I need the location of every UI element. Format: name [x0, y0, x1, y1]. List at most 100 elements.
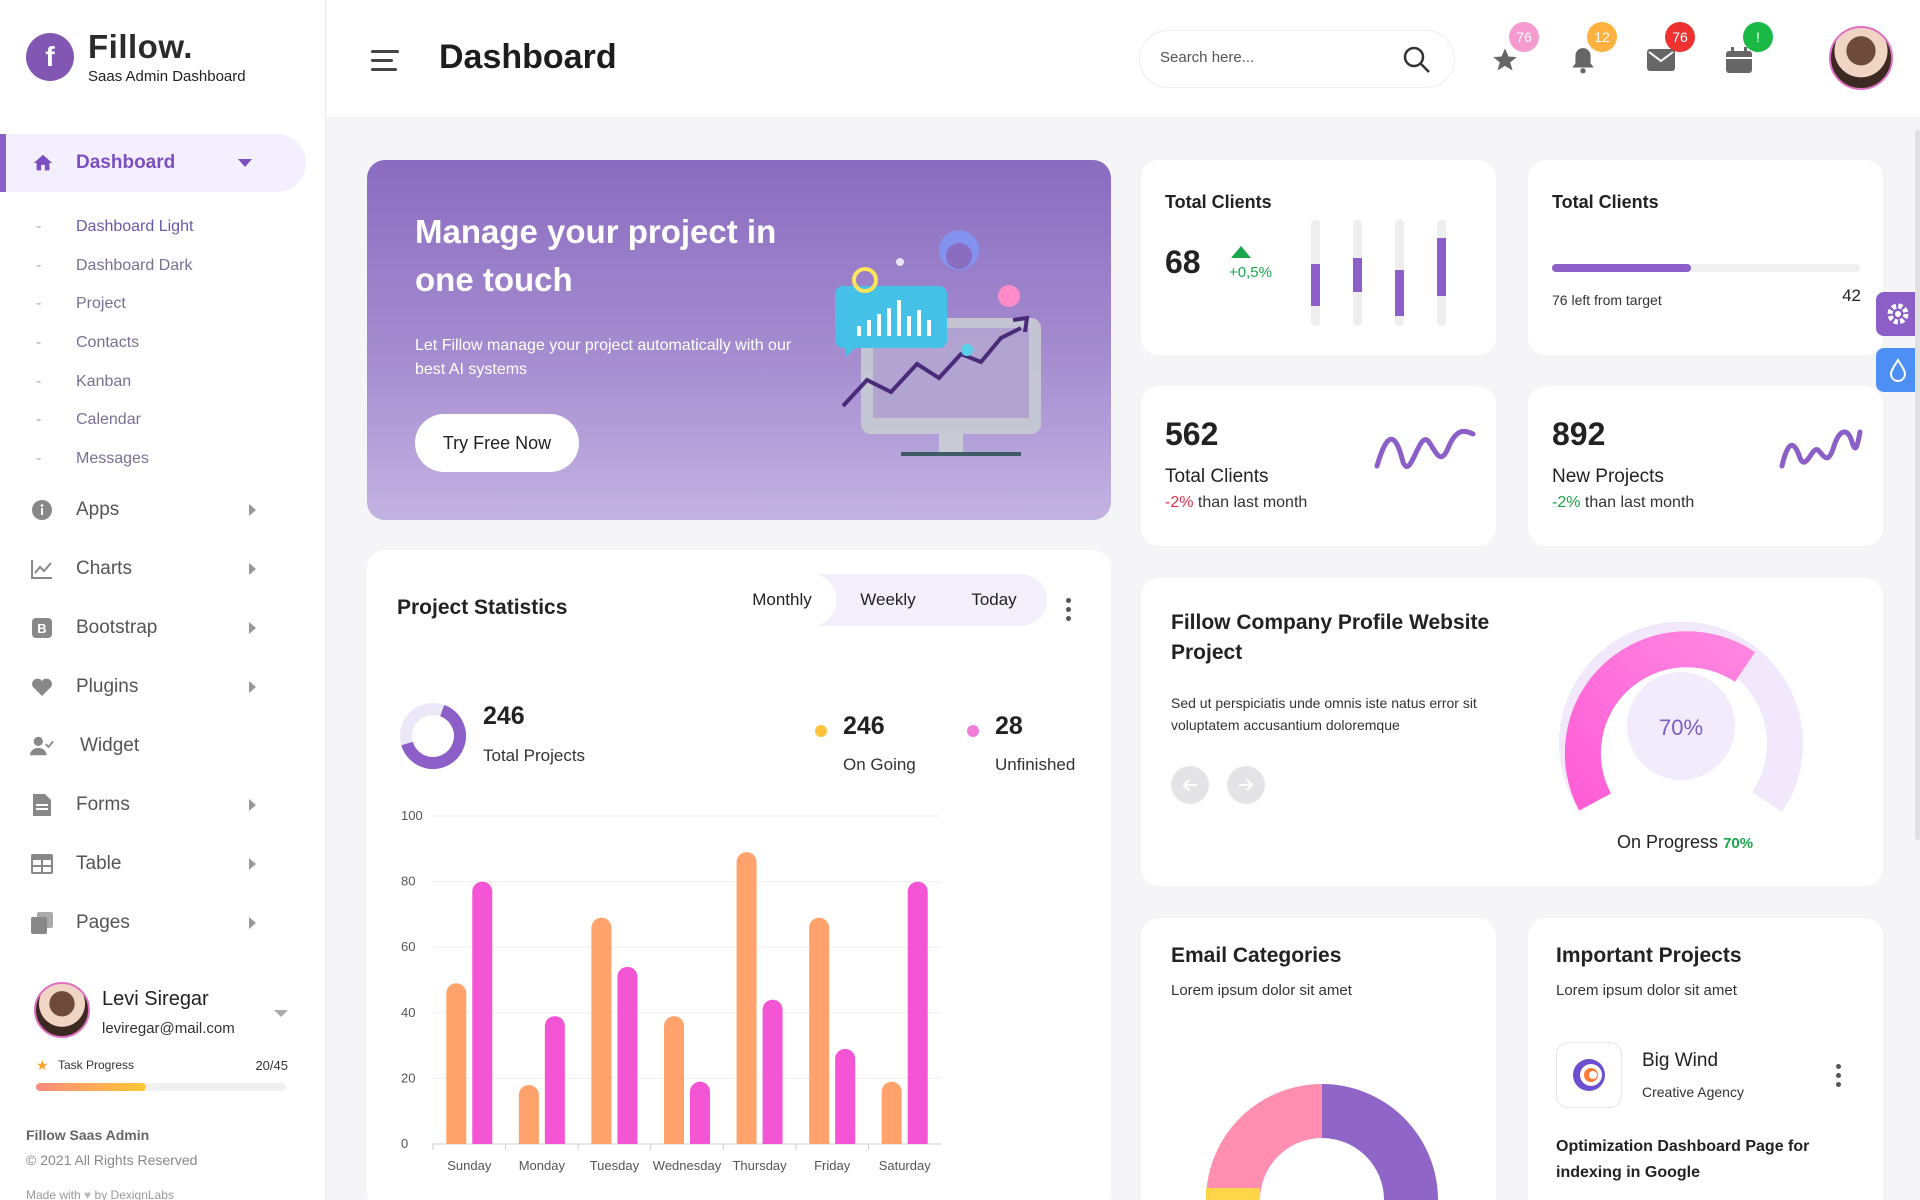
y-tick-label: 60: [401, 939, 415, 954]
card-title: Total Clients: [1552, 192, 1659, 212]
brand[interactable]: f Fillow. Saas Admin Dashboard: [26, 28, 246, 85]
sidebar-item-pages[interactable]: Pages: [30, 893, 256, 952]
chart-bar: [809, 917, 830, 1144]
target-value: 42: [1842, 286, 1861, 305]
email-categories-card: Email Categories Lorem ipsum dolor sit a…: [1141, 918, 1496, 1200]
try-free-button[interactable]: Try Free Now: [415, 414, 579, 472]
card-change: -2% than last month: [1165, 494, 1308, 511]
caret-down-icon[interactable]: [274, 1010, 288, 1017]
y-tick-label: 20: [401, 1070, 415, 1085]
sidebar-item-table[interactable]: Table: [30, 834, 256, 893]
progress-gauge: 70%: [1559, 622, 1803, 813]
sparkline-icon: [1779, 429, 1863, 469]
info-icon: [30, 498, 54, 522]
task-progress-fill: [36, 1083, 146, 1091]
menu-toggle-icon[interactable]: [371, 50, 399, 77]
submenu-item[interactable]: - Dashboard Light: [36, 208, 193, 247]
footer-made-with: Made with ♥ by DexignLabs: [26, 1188, 174, 1200]
submenu-item[interactable]: - Project: [36, 285, 193, 324]
footer-title: Fillow Saas Admin: [26, 1127, 150, 1143]
submenu-item[interactable]: - Calendar: [36, 401, 193, 440]
tab-today[interactable]: Today: [941, 574, 1047, 626]
submenu-item[interactable]: - Messages: [36, 440, 193, 479]
total-projects-value: 246: [483, 702, 525, 730]
unfinished-label: Unfinished: [995, 755, 1076, 774]
hero-description: Let Fillow manage your project automatic…: [415, 337, 792, 378]
project-logo: [1556, 1042, 1622, 1108]
chart-bar: [736, 852, 757, 1144]
card-description: Sed ut perspiciatis unde omnis iste natu…: [1171, 695, 1477, 733]
card-change: -2% than last month: [1552, 494, 1695, 511]
sidebar: f Fillow. Saas Admin Dashboard Dashboard…: [0, 0, 326, 1200]
on-going-value: 246: [843, 712, 885, 740]
settings-button[interactable]: [1876, 292, 1920, 336]
card-title: Fillow Company Profile Website Project: [1171, 611, 1490, 664]
email-donut-chart: [1206, 1084, 1438, 1200]
sidebar-item-plugins[interactable]: Plugins: [30, 657, 256, 716]
more-options-icon[interactable]: [1066, 598, 1072, 625]
prev-button[interactable]: [1171, 766, 1209, 804]
search-icon[interactable]: [1402, 45, 1432, 75]
target-progress-bar: [1552, 264, 1860, 272]
project-name: Big Wind: [1642, 1050, 1719, 1071]
tab-weekly[interactable]: Weekly: [835, 574, 941, 626]
sidebar-item-charts[interactable]: Charts: [30, 539, 256, 598]
brand-subtitle: Saas Admin Dashboard: [88, 68, 246, 85]
sidebar-item-apps[interactable]: Apps: [30, 480, 256, 539]
x-tick-label: Wednesday: [653, 1158, 722, 1173]
analytics-illustration: [835, 230, 1041, 456]
calendar-badge: !: [1743, 22, 1773, 52]
user-check-icon: [30, 734, 54, 758]
chart-bar-base: [472, 1134, 493, 1144]
card-subtitle: Lorem ipsum dolor sit amet: [1171, 982, 1352, 999]
sidebar-item-bootstrap[interactable]: B Bootstrap: [30, 598, 256, 657]
tab-monthly[interactable]: Monthly: [729, 574, 835, 626]
chart-bar-base: [446, 1134, 467, 1144]
chart-bar-base: [617, 1134, 638, 1144]
sidebar-item-forms[interactable]: Forms: [30, 775, 256, 834]
submenu-item[interactable]: - Contacts: [36, 324, 193, 363]
drop-icon: [1889, 358, 1907, 382]
avatar: [34, 982, 90, 1038]
search-input[interactable]: [1160, 49, 1390, 66]
theme-button[interactable]: [1876, 348, 1920, 392]
chart-bar-base: [736, 1134, 757, 1144]
chart-bar-base: [690, 1134, 710, 1144]
up-arrow-icon: [1231, 246, 1251, 258]
total-clients-summary-card: 562 Total Clients -2% than last month: [1141, 386, 1496, 546]
x-tick-label: Tuesday: [590, 1158, 640, 1173]
sparkline-icon: [1374, 428, 1476, 469]
y-tick-label: 40: [401, 1005, 415, 1020]
submenu-item[interactable]: - Kanban: [36, 362, 193, 401]
target-card: Total Clients 76 left from target 42: [1528, 160, 1883, 355]
period-tabs: Monthly Weekly Today: [729, 574, 1047, 626]
chart-bar-base: [762, 1134, 783, 1144]
card-label: Total Clients: [1165, 466, 1269, 487]
svg-text:B: B: [37, 621, 46, 636]
card-value: 562: [1165, 416, 1219, 452]
header: Dashboard 76 12 76 !: [327, 0, 1920, 118]
sidebar-item-widget[interactable]: Widget: [30, 716, 256, 775]
hero-title: Manage your project in one touch: [415, 213, 777, 298]
star-badge: 76: [1509, 22, 1539, 52]
caret-down-icon: [238, 159, 252, 167]
submenu-item[interactable]: - Dashboard Dark: [36, 247, 193, 286]
scrollbar[interactable]: [1915, 130, 1920, 840]
target-note: 76 left from target: [1552, 292, 1662, 308]
avatar[interactable]: [1829, 26, 1893, 90]
table-icon: [30, 852, 54, 876]
next-button[interactable]: [1227, 766, 1265, 804]
chart-bar-base: [881, 1134, 902, 1144]
new-projects-card: 892 New Projects -2% than last month: [1528, 386, 1883, 546]
sidebar-item-dashboard[interactable]: Dashboard: [0, 134, 306, 192]
more-options-icon[interactable]: [1836, 1064, 1842, 1091]
project-logo-icon: [1573, 1059, 1605, 1091]
mini-bar-chart: [1311, 220, 1446, 326]
chart-bar-base: [907, 1134, 928, 1144]
chart-bar: [617, 966, 638, 1144]
legend-dot-on-going: [815, 725, 827, 737]
company-project-card: Fillow Company Profile Website Project S…: [1141, 578, 1883, 886]
x-tick-label: Thursday: [732, 1158, 787, 1173]
search-box[interactable]: [1139, 30, 1455, 88]
document-icon: [30, 793, 54, 817]
